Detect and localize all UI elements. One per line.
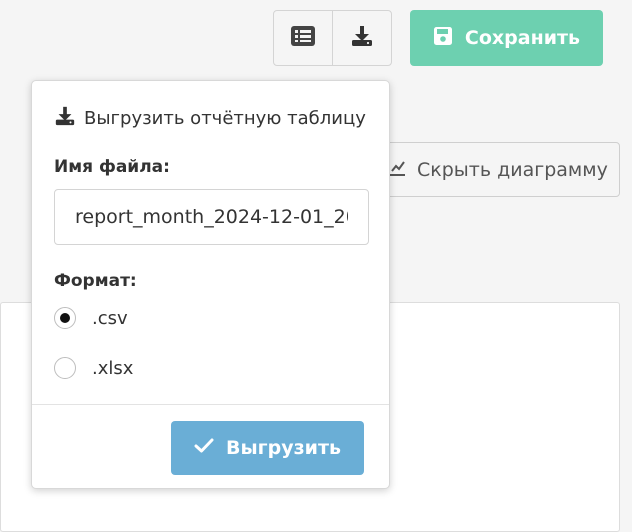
format-option-xlsx[interactable]: .xlsx (54, 357, 133, 379)
toolbar-button-group (273, 10, 392, 66)
export-popover: Выгрузить отчётную таблицу Имя файла: Фо… (31, 80, 390, 489)
format-option-csv[interactable]: .csv (54, 307, 128, 329)
hide-chart-button[interactable]: Скрыть диаграмму (360, 142, 620, 197)
save-button[interactable]: Сохранить (410, 10, 603, 66)
download-icon (350, 24, 374, 52)
export-button[interactable]: Выгрузить (171, 421, 364, 475)
format-option-label: .xlsx (92, 357, 134, 379)
popover-header: Выгрузить отчётную таблицу (54, 105, 366, 132)
hide-chart-label: Скрыть диаграмму (417, 158, 608, 181)
popover-title: Выгрузить отчётную таблицу (84, 108, 366, 129)
format-option-label: .csv (92, 307, 128, 329)
save-button-label: Сохранить (464, 27, 581, 49)
list-icon (291, 26, 315, 50)
radio-button-checked[interactable] (54, 307, 76, 329)
list-view-button[interactable] (274, 11, 332, 65)
download-button[interactable] (332, 11, 391, 65)
floppy-disk-icon (433, 26, 453, 51)
export-button-label: Выгрузить (226, 437, 341, 459)
format-label: Формат: (54, 271, 137, 291)
check-icon (194, 437, 214, 459)
divider (32, 404, 389, 405)
filename-label: Имя файла: (54, 157, 170, 177)
download-icon (54, 105, 76, 132)
chart-line-icon (387, 157, 407, 182)
radio-button[interactable] (54, 357, 76, 379)
filename-input[interactable] (54, 189, 369, 245)
